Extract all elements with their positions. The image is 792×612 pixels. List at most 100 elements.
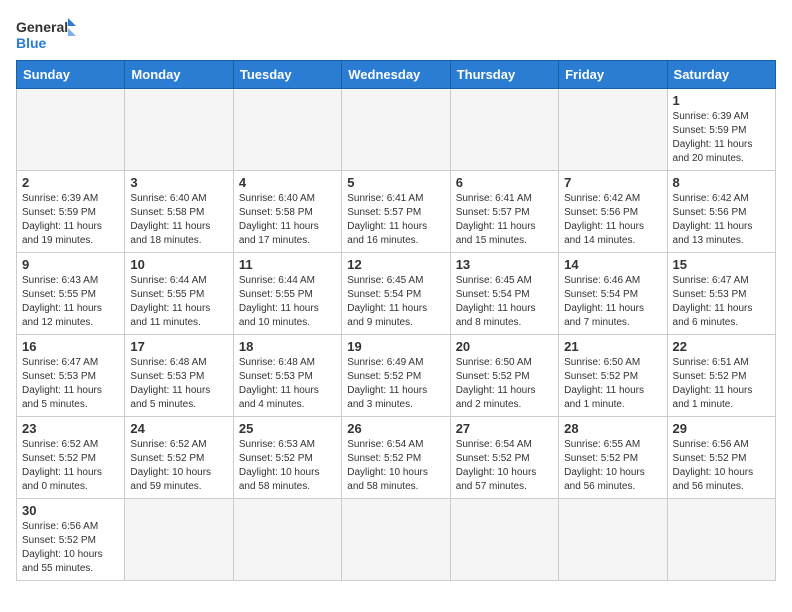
- day-number: 16: [22, 339, 119, 354]
- calendar-week-row: 30Sunrise: 6:56 AM Sunset: 5:52 PM Dayli…: [17, 499, 776, 581]
- day-number: 17: [130, 339, 227, 354]
- day-number: 22: [673, 339, 770, 354]
- calendar-week-row: 23Sunrise: 6:52 AM Sunset: 5:52 PM Dayli…: [17, 417, 776, 499]
- calendar-header-row: SundayMondayTuesdayWednesdayThursdayFrid…: [17, 61, 776, 89]
- day-info: Sunrise: 6:44 AM Sunset: 5:55 PM Dayligh…: [130, 274, 227, 330]
- day-info: Sunrise: 6:40 AM Sunset: 5:58 PM Dayligh…: [239, 192, 336, 248]
- day-info: Sunrise: 6:41 AM Sunset: 5:57 PM Dayligh…: [347, 192, 444, 248]
- day-number: 11: [239, 257, 336, 272]
- calendar-cell: 19Sunrise: 6:49 AM Sunset: 5:52 PM Dayli…: [342, 335, 450, 417]
- day-number: 3: [130, 175, 227, 190]
- day-info: Sunrise: 6:46 AM Sunset: 5:54 PM Dayligh…: [564, 274, 661, 330]
- day-info: Sunrise: 6:40 AM Sunset: 5:58 PM Dayligh…: [130, 192, 227, 248]
- day-info: Sunrise: 6:54 AM Sunset: 5:52 PM Dayligh…: [347, 438, 444, 494]
- day-info: Sunrise: 6:42 AM Sunset: 5:56 PM Dayligh…: [673, 192, 770, 248]
- calendar-cell: 12 Sunrise: 6:45 AM Sunset: 5:54 PM Dayli…: [342, 253, 450, 335]
- day-info: Sunrise: 6:39 AM Sunset: 5:59 PM Dayligh…: [22, 192, 119, 248]
- calendar-cell: 24Sunrise: 6:52 AM Sunset: 5:52 PM Dayli…: [125, 417, 233, 499]
- col-header-sunday: Sunday: [17, 61, 125, 89]
- calendar-cell: 8 Sunrise: 6:42 AM Sunset: 5:56 PM Daylig…: [667, 171, 775, 253]
- calendar-cell: 1 Sunrise: 6:39 AM Sunset: 5:59 PM Daylig…: [667, 89, 775, 171]
- calendar-cell: 17 Sunrise: 6:48 AM Sunset: 5:53 PM Dayli…: [125, 335, 233, 417]
- day-number: 14: [564, 257, 661, 272]
- day-number: 12: [347, 257, 444, 272]
- day-info: Sunrise: 6:44 AM Sunset: 5:55 PM Dayligh…: [239, 274, 336, 330]
- calendar-week-row: 2 Sunrise: 6:39 AM Sunset: 5:59 PM Daylig…: [17, 171, 776, 253]
- day-info: Sunrise: 6:47 AM Sunset: 5:53 PM Dayligh…: [22, 356, 119, 412]
- day-info: Sunrise: 6:54 AM Sunset: 5:52 PM Dayligh…: [456, 438, 553, 494]
- calendar-cell: [450, 89, 558, 171]
- day-info: Sunrise: 6:50 AM Sunset: 5:52 PM Dayligh…: [456, 356, 553, 412]
- day-number: 25: [239, 421, 336, 436]
- calendar-cell: 3 Sunrise: 6:40 AM Sunset: 5:58 PM Daylig…: [125, 171, 233, 253]
- calendar-cell: [450, 499, 558, 581]
- calendar-cell: [559, 499, 667, 581]
- col-header-wednesday: Wednesday: [342, 61, 450, 89]
- svg-text:Blue: Blue: [16, 35, 47, 51]
- day-number: 20: [456, 339, 553, 354]
- day-number: 8: [673, 175, 770, 190]
- day-number: 9: [22, 257, 119, 272]
- day-number: 26: [347, 421, 444, 436]
- day-number: 21: [564, 339, 661, 354]
- calendar-cell: 14 Sunrise: 6:46 AM Sunset: 5:54 PM Dayli…: [559, 253, 667, 335]
- day-info: Sunrise: 6:39 AM Sunset: 5:59 PM Dayligh…: [673, 110, 770, 166]
- calendar-cell: 26 Sunrise: 6:54 AM Sunset: 5:52 PM Dayli…: [342, 417, 450, 499]
- calendar-cell: [17, 89, 125, 171]
- calendar-cell: [559, 89, 667, 171]
- calendar-cell: [667, 499, 775, 581]
- calendar-cell: 6Sunrise: 6:41 AM Sunset: 5:57 PM Daylig…: [450, 171, 558, 253]
- day-number: 5: [347, 175, 444, 190]
- day-info: Sunrise: 6:42 AM Sunset: 5:56 PM Dayligh…: [564, 192, 661, 248]
- day-info: Sunrise: 6:41 AM Sunset: 5:57 PM Dayligh…: [456, 192, 553, 248]
- day-number: 27: [456, 421, 553, 436]
- calendar-cell: 16 Sunrise: 6:47 AM Sunset: 5:53 PM Dayli…: [17, 335, 125, 417]
- calendar-cell: 5 Sunrise: 6:41 AM Sunset: 5:57 PM Daylig…: [342, 171, 450, 253]
- day-info: Sunrise: 6:52 AM Sunset: 5:52 PM Dayligh…: [22, 438, 119, 494]
- day-info: Sunrise: 6:48 AM Sunset: 5:53 PM Dayligh…: [130, 356, 227, 412]
- calendar-cell: 15 Sunrise: 6:47 AM Sunset: 5:53 PM Dayli…: [667, 253, 775, 335]
- day-number: 18: [239, 339, 336, 354]
- calendar-cell: 22Sunrise: 6:51 AM Sunset: 5:52 PM Dayli…: [667, 335, 775, 417]
- calendar-cell: 13 Sunrise: 6:45 AM Sunset: 5:54 PM Dayli…: [450, 253, 558, 335]
- day-number: 15: [673, 257, 770, 272]
- day-number: 13: [456, 257, 553, 272]
- calendar-cell: 9 Sunrise: 6:43 AM Sunset: 5:55 PM Daylig…: [17, 253, 125, 335]
- calendar-cell: 27 Sunrise: 6:54 AM Sunset: 5:52 PM Dayli…: [450, 417, 558, 499]
- day-number: 4: [239, 175, 336, 190]
- calendar-cell: 28Sunrise: 6:55 AM Sunset: 5:52 PM Dayli…: [559, 417, 667, 499]
- col-header-monday: Monday: [125, 61, 233, 89]
- col-header-tuesday: Tuesday: [233, 61, 341, 89]
- calendar-cell: 2 Sunrise: 6:39 AM Sunset: 5:59 PM Daylig…: [17, 171, 125, 253]
- calendar-cell: 25 Sunrise: 6:53 AM Sunset: 5:52 PM Dayli…: [233, 417, 341, 499]
- day-info: Sunrise: 6:50 AM Sunset: 5:52 PM Dayligh…: [564, 356, 661, 412]
- calendar-cell: [342, 499, 450, 581]
- page-header: General Blue: [16, 16, 776, 52]
- calendar-cell: 7 Sunrise: 6:42 AM Sunset: 5:56 PM Daylig…: [559, 171, 667, 253]
- day-number: 1: [673, 93, 770, 108]
- calendar-cell: [125, 89, 233, 171]
- day-info: Sunrise: 6:53 AM Sunset: 5:52 PM Dayligh…: [239, 438, 336, 494]
- day-info: Sunrise: 6:45 AM Sunset: 5:54 PM Dayligh…: [347, 274, 444, 330]
- calendar-cell: 29 Sunrise: 6:56 AM Sunset: 5:52 PM Dayli…: [667, 417, 775, 499]
- calendar-cell: [233, 89, 341, 171]
- calendar-cell: 21 Sunrise: 6:50 AM Sunset: 5:52 PM Dayli…: [559, 335, 667, 417]
- day-info: Sunrise: 6:45 AM Sunset: 5:54 PM Dayligh…: [456, 274, 553, 330]
- calendar-cell: [342, 89, 450, 171]
- calendar-cell: [233, 499, 341, 581]
- day-number: 2: [22, 175, 119, 190]
- day-number: 19: [347, 339, 444, 354]
- calendar-cell: 30Sunrise: 6:56 AM Sunset: 5:52 PM Dayli…: [17, 499, 125, 581]
- calendar-week-row: 1 Sunrise: 6:39 AM Sunset: 5:59 PM Daylig…: [17, 89, 776, 171]
- calendar-cell: 11 Sunrise: 6:44 AM Sunset: 5:55 PM Dayli…: [233, 253, 341, 335]
- day-info: Sunrise: 6:43 AM Sunset: 5:55 PM Dayligh…: [22, 274, 119, 330]
- day-number: 10: [130, 257, 227, 272]
- calendar-cell: 18Sunrise: 6:48 AM Sunset: 5:53 PM Dayli…: [233, 335, 341, 417]
- col-header-thursday: Thursday: [450, 61, 558, 89]
- calendar-week-row: 16 Sunrise: 6:47 AM Sunset: 5:53 PM Dayli…: [17, 335, 776, 417]
- day-number: 7: [564, 175, 661, 190]
- day-number: 29: [673, 421, 770, 436]
- day-info: Sunrise: 6:47 AM Sunset: 5:53 PM Dayligh…: [673, 274, 770, 330]
- day-info: Sunrise: 6:56 AM Sunset: 5:52 PM Dayligh…: [673, 438, 770, 494]
- day-number: 28: [564, 421, 661, 436]
